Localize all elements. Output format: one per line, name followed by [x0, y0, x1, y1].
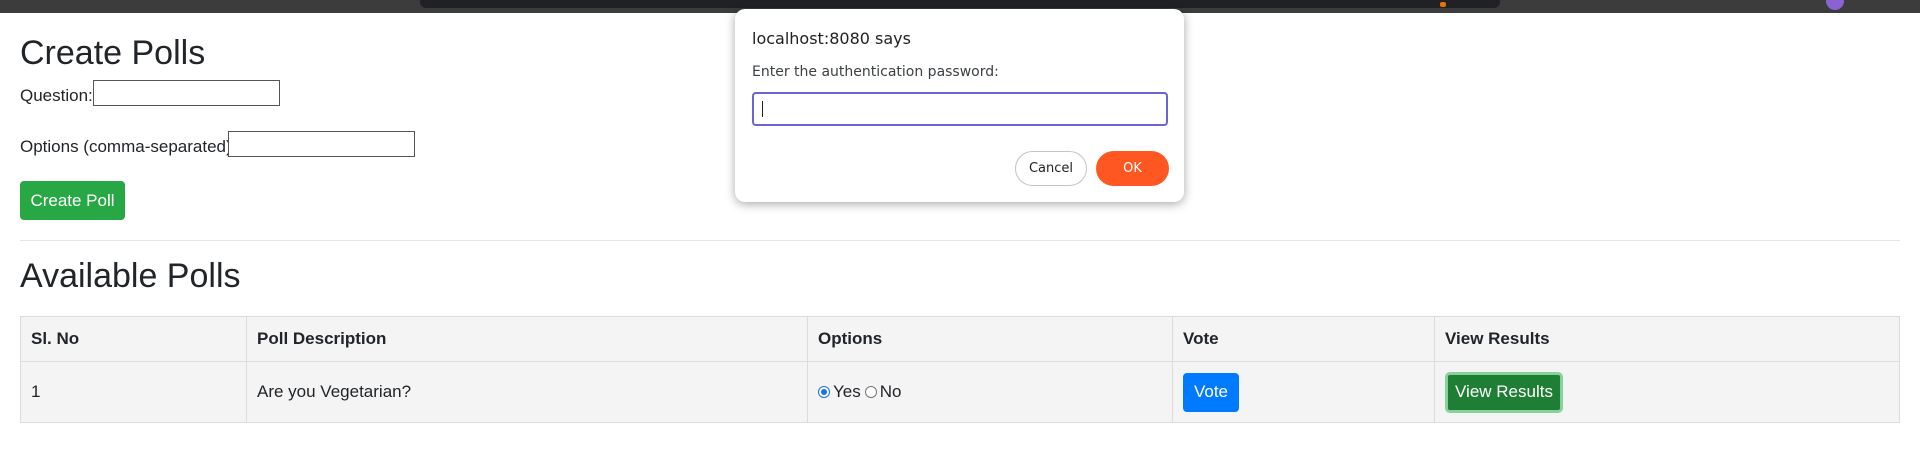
question-input[interactable] [93, 80, 280, 106]
text-cursor [762, 101, 763, 117]
column-header-poll-description: Poll Description [246, 316, 808, 362]
option-radio-no[interactable] [864, 386, 877, 398]
cell-sl-no: 1 [20, 361, 247, 423]
table-header-row: Sl. No Poll Description Options Vote Vie… [20, 316, 1900, 362]
vote-button[interactable]: Vote [1183, 372, 1239, 412]
address-bar[interactable] [420, 0, 1500, 8]
auth-prompt-dialog: localhost:8080 says Enter the authentica… [735, 9, 1184, 202]
question-label: Question: [20, 86, 93, 105]
polls-table: Sl. No Poll Description Options Vote Vie… [20, 316, 1900, 423]
option-label-yes: Yes [833, 382, 861, 401]
section-divider [20, 240, 1900, 241]
extension-icon[interactable] [1440, 2, 1446, 7]
option-label-no: No [879, 382, 902, 401]
profile-avatar[interactable] [1826, 0, 1844, 10]
options-label: Options (comma-separated): [20, 137, 237, 156]
column-header-options: Options [807, 316, 1173, 362]
cell-view-results: View Results [1434, 361, 1900, 423]
cell-options: Yes No [807, 361, 1173, 423]
table-row: 1 Are you Vegetarian? Yes No Vote View Re… [20, 361, 1900, 423]
password-input[interactable] [752, 92, 1168, 126]
options-input[interactable] [228, 131, 415, 157]
column-header-sl-no: Sl. No [20, 316, 247, 362]
available-polls-heading: Available Polls [20, 257, 241, 295]
view-results-button[interactable]: View Results [1445, 371, 1563, 413]
ok-button[interactable]: OK [1096, 151, 1169, 186]
cell-poll-description: Are you Vegetarian? [246, 361, 808, 423]
dialog-message: Enter the authentication password: [752, 64, 999, 80]
dialog-title: localhost:8080 says [752, 29, 911, 48]
cancel-button[interactable]: Cancel [1015, 151, 1087, 186]
option-radio-yes[interactable] [818, 386, 830, 398]
column-header-vote: Vote [1172, 316, 1435, 362]
column-header-view-results: View Results [1434, 316, 1900, 362]
cell-vote: Vote [1172, 361, 1435, 423]
create-poll-button[interactable]: Create Poll [20, 181, 125, 220]
create-polls-heading: Create Polls [20, 34, 206, 72]
